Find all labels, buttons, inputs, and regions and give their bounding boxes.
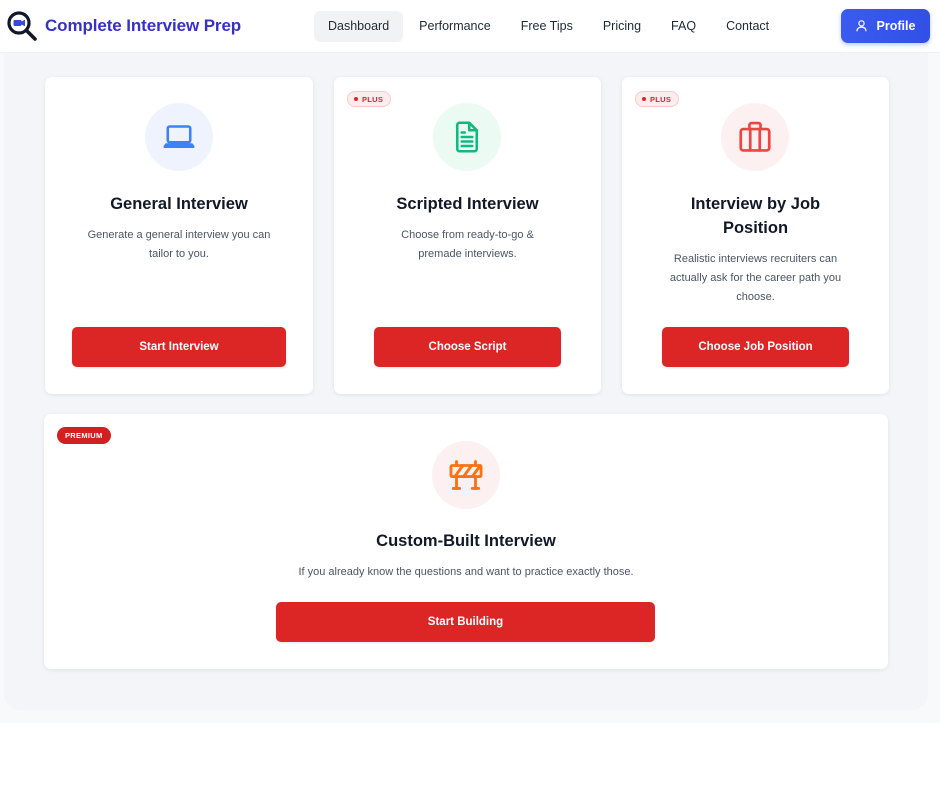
badge-dot [354, 97, 358, 101]
construction-barrier-icon [449, 460, 483, 490]
icon-circle [433, 103, 501, 171]
card-custom-built-interview: PREMIUM Custom-Built Interview If you al… [44, 414, 888, 669]
icon-circle [432, 441, 500, 509]
main-nav: Dashboard Performance Free Tips Pricing … [314, 11, 785, 42]
nav-free-tips[interactable]: Free Tips [507, 11, 587, 42]
plus-badge: PLUS [635, 91, 680, 107]
plus-badge: PLUS [347, 91, 392, 107]
nav-performance[interactable]: Performance [405, 11, 505, 42]
nav-faq[interactable]: FAQ [657, 11, 710, 42]
icon-circle [145, 103, 213, 171]
card-title: Interview by Job Position [690, 195, 821, 237]
profile-label: Profile [876, 19, 916, 33]
nav-pricing[interactable]: Pricing [589, 11, 655, 42]
choose-script-button[interactable]: Choose Script [374, 327, 561, 367]
card-title: General Interview [110, 195, 248, 213]
card-description: Generate a general interview you can tai… [87, 229, 271, 260]
card-description: Realistic interviews recruiters can actu… [669, 253, 842, 303]
card-title: Scripted Interview [396, 195, 539, 213]
card-description: Choose from ready-to-go & premade interv… [401, 229, 534, 260]
card-scripted-interview: PLUS Scripted Interview Choose from read… [334, 77, 601, 394]
card-description: If you already know the questions and wa… [298, 566, 634, 578]
top-navbar: Complete Interview Prep Dashboard Perfor… [0, 0, 940, 53]
brand-title: Complete Interview Prep [45, 16, 242, 35]
choose-job-position-button[interactable]: Choose Job Position [662, 327, 849, 367]
magnifier-camera-icon [7, 11, 37, 41]
card-title: Custom-Built Interview [376, 532, 556, 550]
briefcase-icon [739, 121, 771, 152]
brand[interactable]: Complete Interview Prep [6, 10, 241, 42]
user-icon [855, 20, 867, 32]
badge-label: PLUS [650, 94, 672, 104]
premium-badge: PREMIUM [57, 427, 111, 444]
card-general-interview: General Interview Generate a general int… [45, 77, 313, 394]
badge-label: PLUS [362, 94, 384, 104]
nav-contact[interactable]: Contact [712, 11, 783, 42]
icon-circle [721, 103, 789, 171]
document-icon [455, 121, 479, 153]
nav-dashboard[interactable]: Dashboard [314, 11, 404, 42]
badge-dot [642, 97, 646, 101]
start-interview-button[interactable]: Start Interview [72, 327, 286, 367]
profile-button[interactable]: Profile [841, 9, 930, 43]
start-building-button[interactable]: Start Building [276, 602, 655, 642]
card-job-position: PLUS Interview by Job Position Realistic… [622, 77, 889, 394]
laptop-icon [163, 125, 195, 149]
